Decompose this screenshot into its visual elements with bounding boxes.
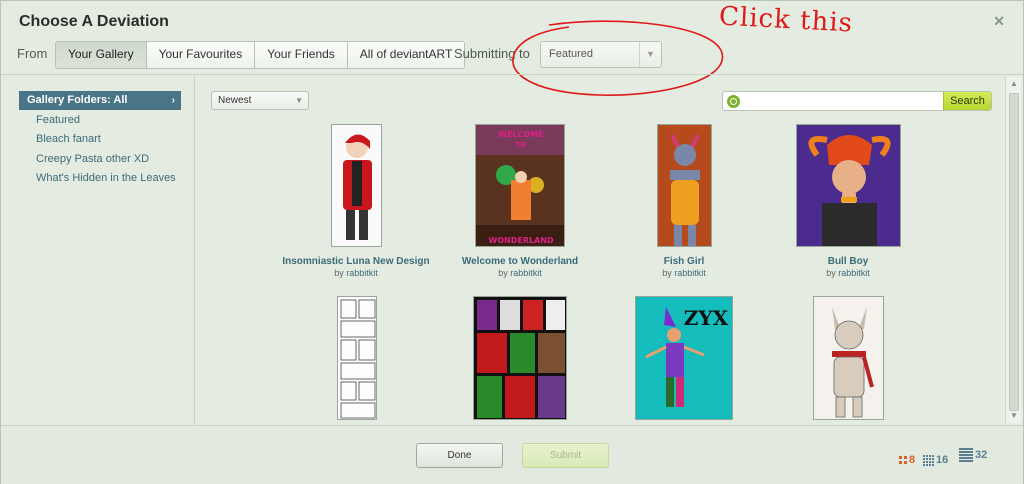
deviation-thumbnail[interactable]: [473, 296, 567, 420]
deviation-byline: by rabbitkit: [763, 268, 933, 278]
thumb-size-8-label: 8: [909, 454, 916, 466]
svg-text:TO: TO: [516, 141, 527, 149]
byline-prefix: by: [498, 268, 508, 278]
chevron-down-icon: ▼: [295, 96, 303, 105]
done-button[interactable]: Done: [416, 443, 503, 468]
search-input[interactable]: [743, 93, 943, 109]
deviation-thumbnail[interactable]: [813, 296, 884, 420]
source-tabs: Your Gallery Your Favourites Your Friend…: [55, 41, 466, 69]
deviation-thumbnail[interactable]: WELCOME TO WONDERLAND: [475, 124, 565, 247]
grid-small-icon: [899, 456, 907, 465]
grid-large-icon: [959, 448, 973, 462]
folder-creepy-pasta[interactable]: Creepy Pasta other XD: [36, 153, 149, 165]
deviation-byline: by rabbitkit: [271, 268, 441, 278]
thumbnail-art: [658, 125, 711, 246]
thumb-size-8[interactable]: 8: [899, 454, 915, 466]
folder-featured[interactable]: Featured: [36, 114, 80, 126]
tab-all-of-deviantart[interactable]: All of deviantART: [347, 42, 465, 68]
scrollbar-thumb[interactable]: [1009, 93, 1019, 411]
sort-select[interactable]: Newest ▼: [211, 91, 309, 110]
from-label: From: [17, 46, 48, 61]
thumbnail-art: [474, 297, 566, 419]
chevron-right-icon: ›: [171, 95, 175, 106]
tab-your-gallery[interactable]: Your Gallery: [56, 42, 147, 68]
thumbnail-art: WELCOME TO WONDERLAND: [476, 125, 564, 246]
search-icon: [727, 95, 740, 108]
deviation-thumbnail[interactable]: [657, 124, 712, 247]
chevron-down-icon: ▼: [639, 42, 661, 67]
submitting-to-label: Submitting to: [454, 46, 530, 61]
scroll-up-arrow-icon[interactable]: ▲: [1006, 77, 1022, 91]
dialog-title: Choose A Deviation: [19, 13, 169, 30]
author-link[interactable]: rabbitkit: [346, 268, 378, 278]
author-link[interactable]: rabbitkit: [510, 268, 542, 278]
submitting-to-value: Featured: [549, 48, 594, 60]
gallery-folders-all[interactable]: Gallery Folders: All ›: [19, 91, 181, 110]
annotation-text: Click this: [718, 1, 854, 39]
author-link[interactable]: rabbitkit: [674, 268, 706, 278]
svg-text:WELCOME: WELCOME: [498, 130, 543, 139]
thumb-size-16-label: 16: [936, 454, 949, 466]
search-box: Search: [722, 91, 992, 111]
deviation-title[interactable]: Welcome to Wonderland: [435, 256, 605, 267]
deviation-title[interactable]: Bull Boy: [763, 256, 933, 267]
deviation-title[interactable]: Fish Girl: [599, 256, 769, 267]
folder-bleach-fanart[interactable]: Bleach fanart: [36, 133, 101, 145]
thumb-size-32-label: 32: [975, 448, 988, 461]
thumbnail-art: ZYX: [636, 297, 732, 419]
deviation-thumbnail[interactable]: [331, 124, 382, 247]
deviation-title[interactable]: Insomniastic Luna New Design: [271, 256, 441, 267]
deviation-thumbnail[interactable]: ZYX: [635, 296, 733, 420]
sidebar: Gallery Folders: All › Featured Bleach f…: [1, 75, 195, 425]
byline-prefix: by: [334, 268, 344, 278]
author-link[interactable]: rabbitkit: [838, 268, 870, 278]
deviation-thumbnail[interactable]: [337, 296, 377, 420]
scroll-down-arrow-icon[interactable]: ▼: [1006, 409, 1022, 423]
svg-text:ZYX: ZYX: [684, 306, 729, 330]
choose-deviation-dialog: Choose A Deviation ✕ From Your Gallery Y…: [0, 0, 1024, 484]
thumbnail-art: [338, 297, 376, 419]
gallery-folders-label: Gallery Folders: All: [27, 94, 128, 106]
deviation-thumbnail[interactable]: [796, 124, 901, 247]
close-icon[interactable]: ✕: [993, 13, 1005, 30]
submitting-to-select[interactable]: Featured ▼: [540, 41, 662, 68]
search-button[interactable]: Search: [943, 92, 991, 110]
sort-value: Newest: [218, 95, 252, 106]
scrollbar[interactable]: ▲ ▼: [1005, 77, 1021, 423]
deviation-byline: by rabbitkit: [435, 268, 605, 278]
byline-prefix: by: [826, 268, 836, 278]
grid-medium-icon: [923, 454, 934, 466]
thumbnail-art: [814, 297, 883, 419]
thumb-size-32[interactable]: 32: [959, 448, 987, 462]
thumb-size-16[interactable]: 16: [923, 454, 948, 466]
folder-whats-hidden[interactable]: What's Hidden in the Leaves: [36, 172, 176, 184]
thumbnail-art: [797, 125, 900, 246]
svg-text:WONDERLAND: WONDERLAND: [488, 236, 554, 245]
byline-prefix: by: [662, 268, 672, 278]
submit-button[interactable]: Submit: [522, 443, 609, 468]
thumbnail-art: [332, 125, 381, 246]
tab-your-favourites[interactable]: Your Favourites: [146, 42, 256, 68]
tab-your-friends[interactable]: Your Friends: [255, 42, 348, 68]
deviation-byline: by rabbitkit: [599, 268, 769, 278]
dialog-footer: Done Submit 8 16 32: [1, 425, 1023, 484]
